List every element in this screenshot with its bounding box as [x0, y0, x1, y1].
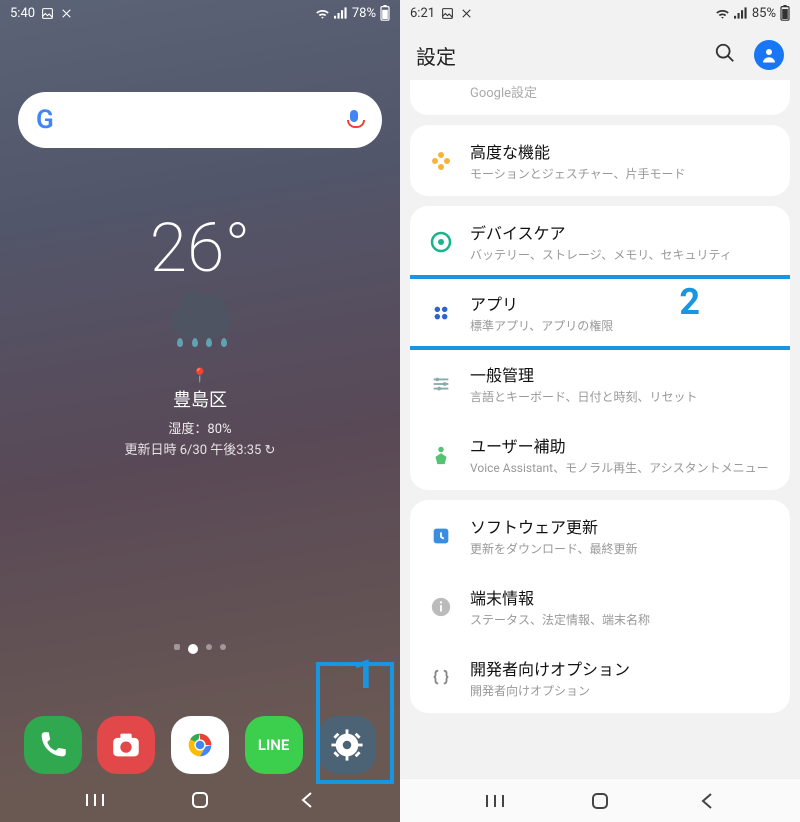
row-body: 開発者向けオプション開発者向けオプション — [470, 656, 772, 699]
settings-row-apps[interactable]: アプリ標準アプリ、アプリの権限2 — [410, 277, 790, 348]
row-title: ユーザー補助 — [470, 433, 772, 457]
signal-icon — [734, 7, 748, 19]
chrome-app-icon[interactable] — [171, 716, 229, 774]
home-button[interactable] — [589, 790, 611, 812]
weather-updated: 更新日時 6/30 午後3:35 ↻ — [0, 439, 400, 458]
recents-button[interactable] — [484, 790, 506, 812]
row-subtitle: 更新をダウンロード、最終更新 — [470, 540, 772, 557]
status-battery-pct: 78% — [352, 6, 376, 21]
signal-icon — [334, 7, 348, 19]
row-subtitle: 開発者向けオプション — [470, 682, 772, 699]
weather-location: 豊島区 — [0, 386, 400, 412]
wifi-icon — [715, 7, 730, 19]
dock: LINE — [0, 716, 400, 774]
image-icon — [441, 7, 454, 20]
settings-list[interactable]: Google設定 高度な機能モーションとジェスチャー、片手モードデバイスケアバッ… — [400, 76, 800, 713]
back-button[interactable] — [695, 790, 717, 812]
settings-row-software-update[interactable]: ソフトウェア更新更新をダウンロード、最終更新 — [410, 500, 790, 571]
settings-row-device-care[interactable]: デバイスケアバッテリー、ストレージ、メモリ、セキュリティ — [410, 206, 790, 277]
row-title: 高度な機能 — [470, 139, 772, 163]
google-settings-row[interactable]: Google設定 — [410, 80, 790, 115]
row-subtitle: バッテリー、ストレージ、メモリ、セキュリティ — [470, 246, 772, 263]
settings-title: 設定 — [416, 41, 456, 70]
wifi-icon — [315, 7, 330, 19]
nav-bar — [0, 778, 400, 822]
google-logo-icon: G — [36, 105, 54, 135]
status-bar: 6:21 85% — [400, 0, 800, 26]
row-title: デバイスケア — [470, 220, 772, 244]
weather-temp: 26° — [0, 208, 400, 288]
row-title: 一般管理 — [470, 362, 772, 386]
home-button[interactable] — [189, 789, 211, 811]
settings-row-developer[interactable]: 開発者向けオプション開発者向けオプション — [410, 642, 790, 713]
braces-icon — [428, 665, 454, 691]
sliders-icon — [428, 371, 454, 397]
row-title: アプリ — [470, 291, 772, 315]
search-icon[interactable] — [714, 42, 736, 68]
row-body: 一般管理言語とキーボード、日付と時刻、リセット — [470, 362, 772, 405]
weather-widget[interactable]: 26° 📍 豊島区 湿度：80% 更新日時 6/30 午後3:35 ↻ — [0, 208, 400, 458]
settings-row-about[interactable]: 端末情報ステータス、法定情報、端末名称 — [410, 571, 790, 642]
row-subtitle: モーションとジェスチャー、片手モード — [470, 165, 772, 182]
battery-icon — [380, 5, 390, 21]
image-icon — [41, 7, 54, 20]
tools-icon — [60, 7, 73, 20]
info-icon — [428, 594, 454, 620]
row-body: 端末情報ステータス、法定情報、端末名称 — [470, 585, 772, 628]
row-body: ユーザー補助 Voice Assistant、モノラル再生、アシスタントメニュー — [470, 433, 772, 476]
settings-screen: 6:21 85% 設定 — [400, 0, 800, 822]
settings-group: 高度な機能モーションとジェスチャー、片手モード — [410, 125, 790, 196]
status-time: 6:21 — [410, 6, 435, 21]
row-title: ソフトウェア更新 — [470, 514, 772, 538]
update-icon — [428, 523, 454, 549]
row-body: ソフトウェア更新更新をダウンロード、最終更新 — [470, 514, 772, 557]
profile-avatar-icon[interactable] — [754, 40, 784, 70]
settings-row-general[interactable]: 一般管理言語とキーボード、日付と時刻、リセット — [410, 348, 790, 419]
status-bar: 5:40 78% — [0, 0, 400, 26]
settings-group: ソフトウェア更新更新をダウンロード、最終更新端末情報ステータス、法定情報、端末名… — [410, 500, 790, 713]
row-body: デバイスケアバッテリー、ストレージ、メモリ、セキュリティ — [470, 220, 772, 263]
row-subtitle: ステータス、法定情報、端末名称 — [470, 611, 772, 628]
phone-app-icon[interactable] — [24, 716, 82, 774]
line-app-icon[interactable]: LINE — [245, 716, 303, 774]
status-time: 5:40 — [10, 6, 35, 21]
row-subtitle: Voice Assistant、モノラル再生、アシスタントメニュー — [470, 459, 772, 476]
battery-icon — [780, 5, 790, 21]
tools-icon — [460, 7, 473, 20]
flower-icon — [428, 148, 454, 174]
weather-condition-icon — [157, 294, 243, 364]
annotation-number-1: 1 — [353, 651, 376, 698]
line-label: LINE — [258, 736, 290, 754]
annotation-number-2: 2 — [679, 281, 700, 323]
location-pin-icon: 📍 — [0, 368, 400, 384]
settings-group: デバイスケアバッテリー、ストレージ、メモリ、セキュリティアプリ標準アプリ、アプリ… — [410, 206, 790, 490]
voice-search-icon[interactable] — [344, 110, 364, 130]
row-subtitle: 標準アプリ、アプリの権限 — [470, 317, 772, 334]
row-title: 開発者向けオプション — [470, 656, 772, 680]
home-screen: 5:40 78% G 26° — [0, 0, 400, 822]
recents-button[interactable] — [84, 789, 106, 811]
row-title: 端末情報 — [470, 585, 772, 609]
settings-header: 設定 — [400, 26, 800, 76]
devicecare-icon — [428, 229, 454, 255]
settings-row-accessibility[interactable]: ユーザー補助 Voice Assistant、モノラル再生、アシスタントメニュー — [410, 419, 790, 490]
google-search-bar[interactable]: G — [18, 92, 382, 148]
row-body: 高度な機能モーションとジェスチャー、片手モード — [470, 139, 772, 182]
camera-app-icon[interactable] — [97, 716, 155, 774]
status-battery-pct: 85% — [752, 6, 776, 21]
back-button[interactable] — [295, 789, 317, 811]
row-body: アプリ標準アプリ、アプリの権限 — [470, 291, 772, 334]
page-indicator — [0, 644, 400, 654]
dots4-icon — [428, 300, 454, 326]
row-subtitle: 言語とキーボード、日付と時刻、リセット — [470, 388, 772, 405]
person-icon — [428, 442, 454, 468]
nav-bar — [400, 778, 800, 822]
settings-row-advanced[interactable]: 高度な機能モーションとジェスチャー、片手モード — [410, 125, 790, 196]
weather-humidity: 湿度：80% — [0, 418, 400, 437]
settings-app-icon[interactable] — [318, 716, 376, 774]
